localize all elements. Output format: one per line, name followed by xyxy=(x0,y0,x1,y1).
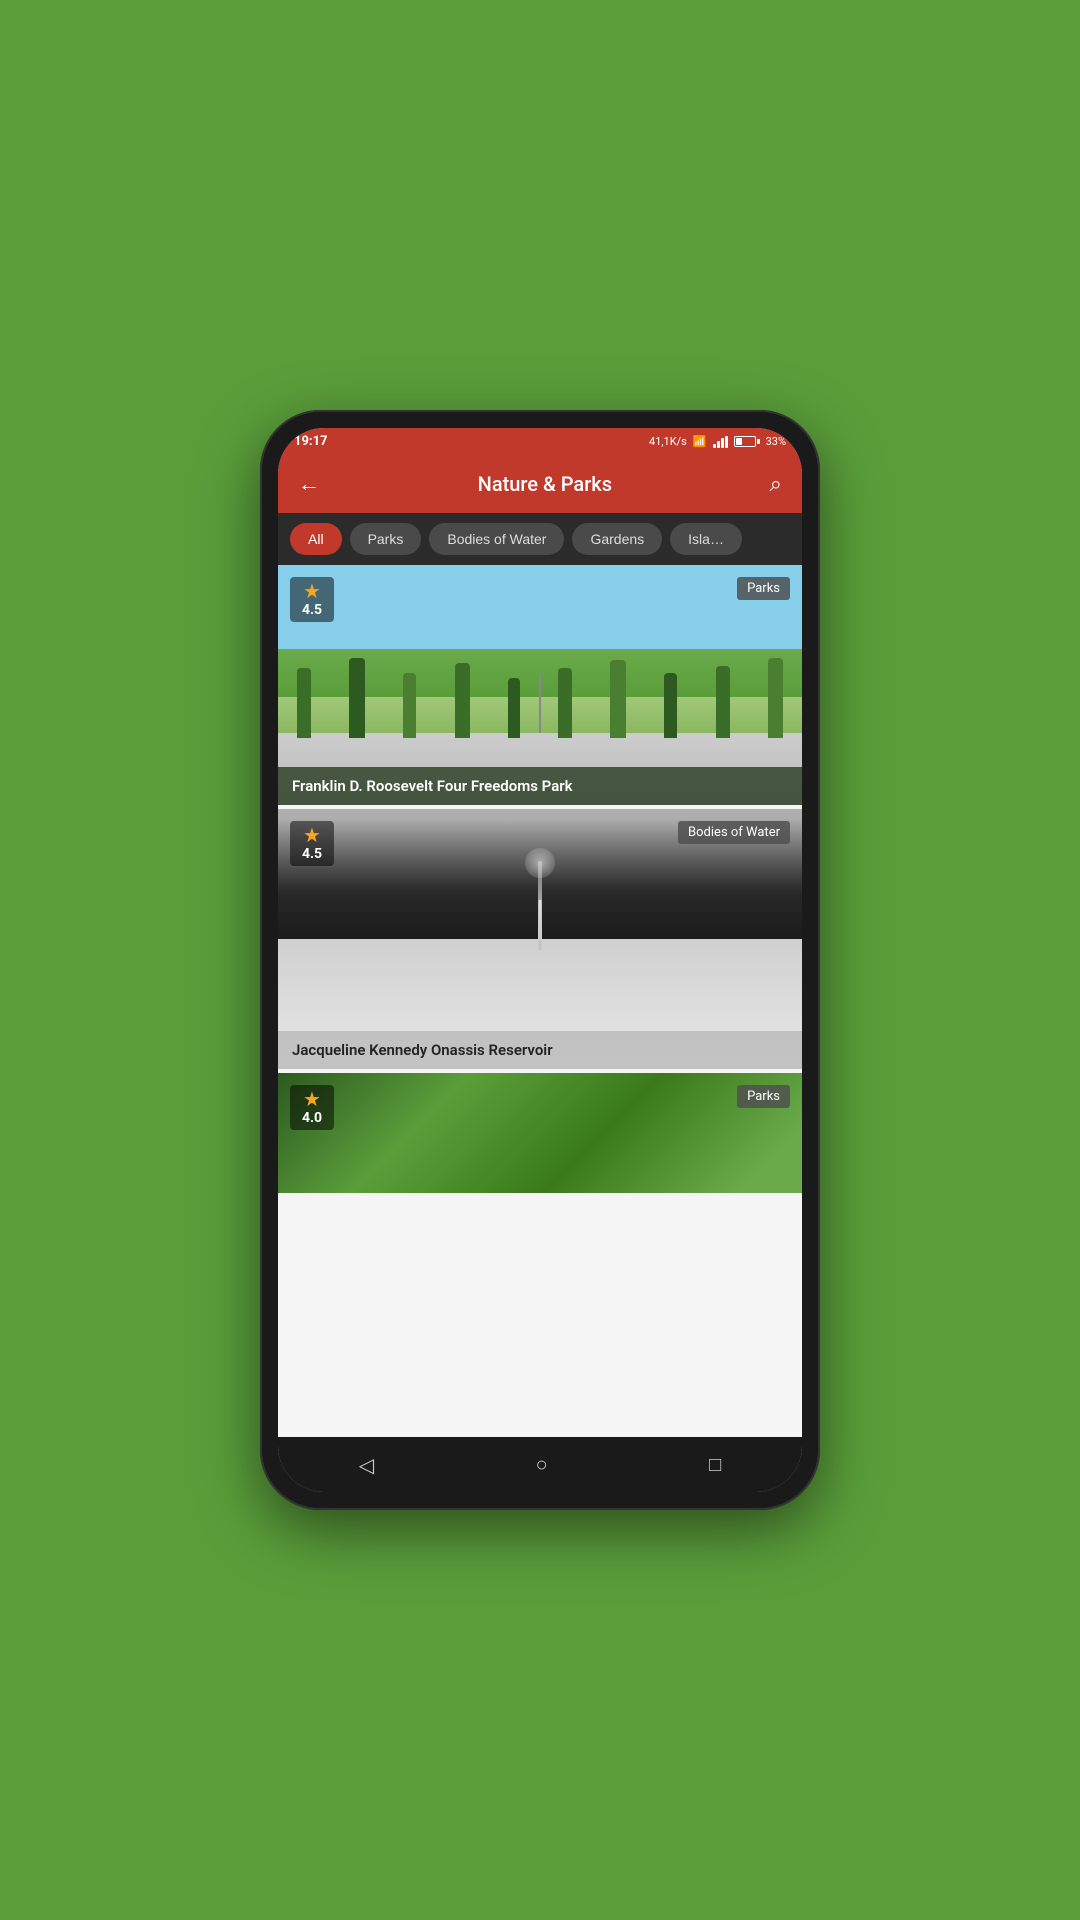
place-image-3 xyxy=(278,1073,802,1193)
card-title-overlay-2: Jacqueline Kennedy Onassis Reservoir xyxy=(278,1031,802,1069)
page-title: Nature & Parks xyxy=(340,472,750,496)
status-time: 19:17 xyxy=(294,434,328,449)
nav-home-button[interactable]: ○ xyxy=(512,1444,572,1485)
rating-value-3: 4.0 xyxy=(302,1110,322,1126)
wifi-icon: 📶 xyxy=(693,435,707,448)
star-icon-2: ★ xyxy=(303,825,321,845)
star-icon-1: ★ xyxy=(303,581,321,601)
status-bar: 19:17 41,1K/s 📶 xyxy=(278,428,802,455)
category-badge-2: Bodies of Water xyxy=(678,821,790,844)
nav-back-button[interactable]: ◁ xyxy=(335,1445,398,1485)
chip-bodies-of-water[interactable]: Bodies of Water xyxy=(429,523,564,555)
place-card-3[interactable]: ★ 4.0 Parks xyxy=(278,1073,802,1193)
status-icons: 41,1K/s 📶 33% xyxy=(649,435,786,448)
filter-bar: All Parks Bodies of Water Gardens Isla… xyxy=(278,513,802,565)
chip-parks[interactable]: Parks xyxy=(350,523,422,555)
signal-icon xyxy=(713,436,728,448)
chip-gardens[interactable]: Gardens xyxy=(572,523,662,555)
app-bar: ← Nature & Parks ⌕ xyxy=(278,455,802,513)
chip-all[interactable]: All xyxy=(290,523,342,555)
battery-icon xyxy=(734,436,760,447)
place-image-2 xyxy=(278,809,802,1069)
nav-recent-button[interactable]: □ xyxy=(685,1444,745,1485)
back-button[interactable]: ← xyxy=(294,467,324,501)
place-card-1[interactable]: ★ 4.5 Parks Franklin D. Roosevelt Four F… xyxy=(278,565,802,805)
category-badge-1: Parks xyxy=(737,577,790,600)
card-title-2: Jacqueline Kennedy Onassis Reservoir xyxy=(292,1041,788,1059)
card-title-overlay-1: Franklin D. Roosevelt Four Freedoms Park xyxy=(278,767,802,805)
rating-value-2: 4.5 xyxy=(302,846,322,862)
rating-badge-3: ★ 4.0 xyxy=(290,1085,334,1130)
star-icon-3: ★ xyxy=(303,1089,321,1109)
category-badge-3: Parks xyxy=(737,1085,790,1108)
chip-islands[interactable]: Isla… xyxy=(670,523,742,555)
nav-bar: ◁ ○ □ xyxy=(278,1437,802,1492)
phone-screen: 19:17 41,1K/s 📶 xyxy=(278,428,802,1492)
card-title-1: Franklin D. Roosevelt Four Freedoms Park xyxy=(292,777,788,795)
place-card-2[interactable]: ★ 4.5 Bodies of Water Jacqueline Kennedy… xyxy=(278,809,802,1069)
battery-pct: 33% xyxy=(766,435,786,448)
phone-frame: 19:17 41,1K/s 📶 xyxy=(260,410,820,1510)
rating-value-1: 4.5 xyxy=(302,602,322,618)
places-list: ★ 4.5 Parks Franklin D. Roosevelt Four F… xyxy=(278,565,802,1437)
screen-content: 19:17 41,1K/s 📶 xyxy=(278,428,802,1492)
rating-badge-2: ★ 4.5 xyxy=(290,821,334,866)
rating-badge-1: ★ 4.5 xyxy=(290,577,334,622)
status-speed: 41,1K/s xyxy=(649,435,687,448)
search-button[interactable]: ⌕ xyxy=(766,468,786,501)
